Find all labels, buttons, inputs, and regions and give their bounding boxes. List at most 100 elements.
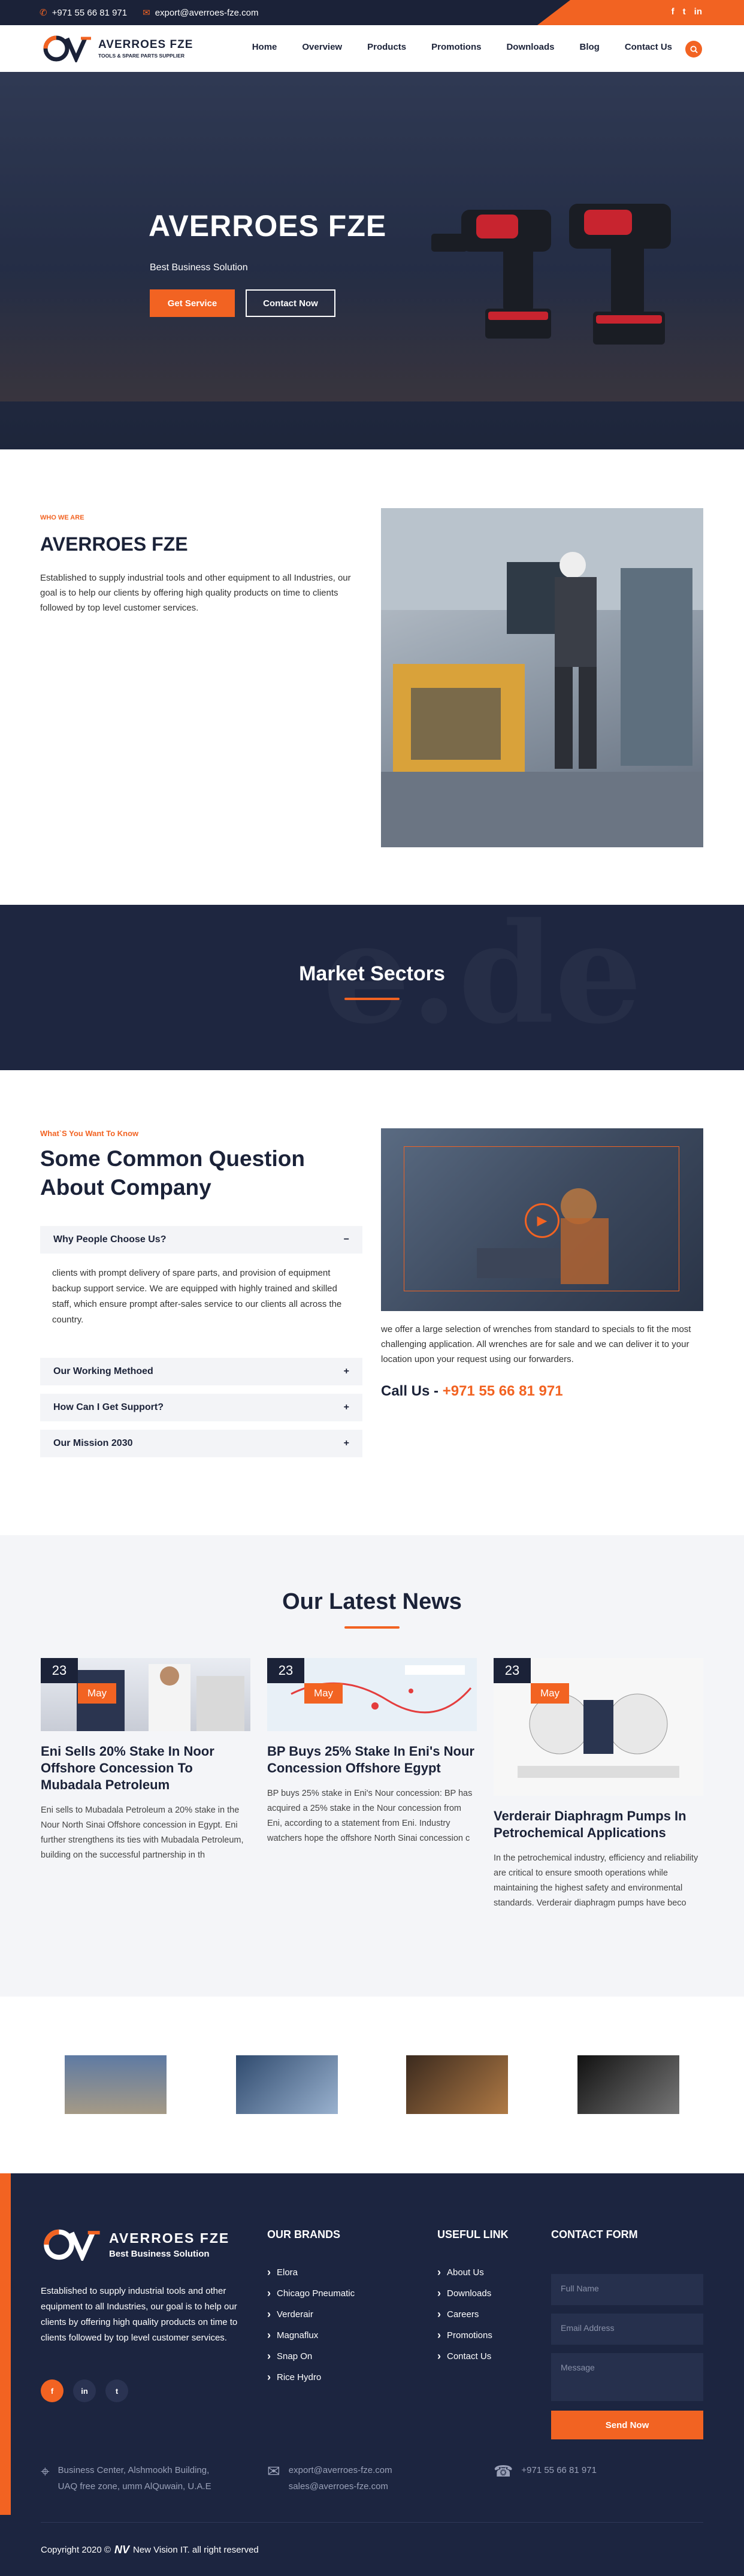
footer-logo[interactable]: AVERROES FZE Best Business Solution — [43, 2228, 229, 2261]
call-us[interactable]: Call Us - +971 55 66 81 971 — [381, 1383, 563, 1400]
logo-mark-icon — [44, 2229, 100, 2261]
footer-link-downloads[interactable]: Downloads — [437, 2283, 492, 2304]
news-date-day: 23 — [41, 1658, 78, 1683]
search-button[interactable] — [685, 41, 702, 58]
news-image: 23 May — [41, 1658, 250, 1731]
logo[interactable]: AVERROES FZE TOOLS & SPARE PARTS SUPPLIE… — [43, 35, 193, 62]
plus-icon: + — [343, 1366, 349, 1376]
partner-image-gears[interactable] — [577, 2055, 679, 2114]
brand-link[interactable]: Magnaflux — [267, 2325, 355, 2346]
copyright: Copyright 2020 © NV New Vision IT. all r… — [41, 2544, 259, 2556]
footer-email-sales[interactable]: sales@averroes-fze.com — [289, 2478, 392, 2495]
nav-contact[interactable]: Contact Us — [625, 42, 672, 52]
news-card-title[interactable]: BP Buys 25% Stake In Eni's Nour Concessi… — [267, 1743, 477, 1777]
faq-question: Our Mission 2030 — [53, 1438, 133, 1448]
contact-now-button[interactable]: Contact Now — [246, 289, 335, 317]
hero-subtitle: Best Business Solution — [150, 262, 248, 273]
footer-email-export[interactable]: export@averroes-fze.com — [289, 2462, 392, 2478]
nav-downloads[interactable]: Downloads — [506, 42, 554, 52]
nav-blog[interactable]: Blog — [579, 42, 599, 52]
market-underline — [344, 998, 400, 1000]
footer-link-about[interactable]: About Us — [437, 2262, 492, 2283]
market-title: Market Sectors — [299, 962, 445, 985]
about-text: Established to supply industrial tools a… — [40, 573, 351, 613]
search-icon — [689, 45, 698, 53]
facebook-icon[interactable]: f — [41, 2379, 63, 2402]
nav-promotions[interactable]: Promotions — [431, 42, 481, 52]
linkedin-icon[interactable]: in — [694, 7, 702, 17]
news-date-month: May — [78, 1683, 116, 1704]
send-now-button[interactable]: Send Now — [551, 2411, 703, 2439]
mail-icon: ✉ — [143, 8, 150, 18]
facebook-icon[interactable]: f — [672, 7, 675, 17]
footer-phone: ☎ +971 55 66 81 971 — [494, 2462, 597, 2480]
news-card-title[interactable]: Eni Sells 20% Stake In Noor Offshore Con… — [41, 1743, 250, 1793]
partner-image-restaurant[interactable] — [406, 2055, 508, 2114]
about-section: WHO WE ARE AVERROES FZE Established to s… — [0, 449, 744, 905]
faq-item-working-method[interactable]: Our Working Methoed + — [40, 1358, 362, 1385]
video-thumbnail[interactable]: ▶ — [381, 1128, 703, 1311]
address-line-2: UAQ free zone, umm AlQuwain, U.A.E — [58, 2481, 211, 2492]
news-card[interactable]: 23 May Eni Sells 20% Stake In Noor Offsh… — [41, 1658, 250, 1863]
news-date-month: May — [304, 1683, 343, 1704]
news-card-text: BP buys 25% stake in Eni's Nour concessi… — [267, 1789, 473, 1843]
nav-products[interactable]: Products — [367, 42, 406, 52]
news-card[interactable]: 23 May BP Buys 25% Stake In Eni's Nour C… — [267, 1658, 477, 1846]
about-eyebrow: WHO WE ARE — [40, 514, 84, 521]
faq-answer: clients with prompt delivery of spare pa… — [52, 1268, 342, 1325]
new-vision-logo[interactable]: NV — [114, 2544, 129, 2556]
news-card-text: In the petrochemical industry, efficienc… — [494, 1853, 698, 1908]
twitter-icon[interactable]: t — [683, 7, 686, 17]
brand-link[interactable]: Verderair — [267, 2304, 355, 2325]
about-title: AVERROES FZE — [40, 533, 188, 555]
footer-link-careers[interactable]: Careers — [437, 2304, 492, 2325]
footer-divider — [41, 2522, 703, 2523]
contact-form-title: CONTACT FORM — [551, 2228, 638, 2240]
footer-phone-number[interactable]: +971 55 66 81 971 — [521, 2462, 597, 2480]
message-field[interactable]: Message — [551, 2353, 703, 2401]
call-label: Call Us - — [381, 1383, 439, 1399]
footer-accent-stripe — [0, 2173, 11, 2515]
minus-icon: − — [343, 1234, 349, 1245]
copyright-text: Copyright 2020 © — [41, 2545, 111, 2555]
footer-link-promotions[interactable]: Promotions — [437, 2325, 492, 2346]
logo-name: AVERROES FZE — [98, 38, 193, 51]
hero-section: AVERROES FZE Best Business Solution Get … — [0, 72, 744, 449]
footer-socials: f in t — [41, 2379, 128, 2402]
top-email-link[interactable]: ✉ export@averroes-fze.com — [143, 7, 258, 18]
faq-eyebrow: What`S You Want To Know — [40, 1129, 139, 1138]
brand-link[interactable]: Rice Hydro — [267, 2367, 355, 2388]
linkedin-icon[interactable]: in — [73, 2379, 96, 2402]
partner-image-power-plant[interactable] — [65, 2055, 167, 2114]
faq-question: Why People Choose Us? — [53, 1234, 167, 1245]
footer-address: ⌖ Business Center, Alshmookh Building, UA… — [41, 2462, 211, 2495]
news-card[interactable]: 23 May Verderair Diaphragm Pumps In Petr… — [494, 1658, 703, 1911]
faq-item-why-choose-us[interactable]: Why People Choose Us? − — [40, 1226, 362, 1254]
faq-item-support[interactable]: How Can I Get Support? + — [40, 1394, 362, 1421]
news-image: 23 May — [267, 1658, 477, 1731]
top-bar: ✆ +971 55 66 81 971 ✉ export@averroes-fze.… — [0, 0, 744, 25]
get-service-button[interactable]: Get Service — [150, 289, 235, 317]
brand-link[interactable]: Elora — [267, 2262, 355, 2283]
news-date-day: 23 — [267, 1658, 304, 1683]
brand-link[interactable]: Snap On — [267, 2346, 355, 2367]
news-card-title[interactable]: Verderair Diaphragm Pumps In Petrochemic… — [494, 1808, 703, 1841]
brand-link[interactable]: Chicago Pneumatic — [267, 2283, 355, 2304]
nav-overview[interactable]: Overview — [302, 42, 342, 52]
factory-worker-image — [381, 508, 703, 847]
email-field[interactable]: Email Address — [551, 2314, 703, 2345]
top-phone-link[interactable]: ✆ +971 55 66 81 971 — [40, 7, 127, 18]
twitter-icon[interactable]: t — [105, 2379, 128, 2402]
header: AVERROES FZE TOOLS & SPARE PARTS SUPPLIE… — [0, 25, 744, 72]
phone-icon: ☎ — [494, 2462, 513, 2480]
play-icon[interactable]: ▶ — [525, 1203, 559, 1238]
partner-image-engineer[interactable] — [236, 2055, 338, 2114]
faq-title: Some Common Question About Company — [40, 1146, 305, 1200]
top-contact: ✆ +971 55 66 81 971 ✉ export@averroes-fze.… — [40, 7, 259, 18]
links-title: USEFUL LINK — [437, 2228, 509, 2240]
full-name-field[interactable]: Full Name — [551, 2274, 703, 2305]
nav-home[interactable]: Home — [252, 42, 277, 52]
footer-link-contact[interactable]: Contact Us — [437, 2346, 492, 2367]
main-nav: Home Overview Products Promotions Downlo… — [252, 42, 672, 52]
faq-item-mission[interactable]: Our Mission 2030 + — [40, 1430, 362, 1457]
